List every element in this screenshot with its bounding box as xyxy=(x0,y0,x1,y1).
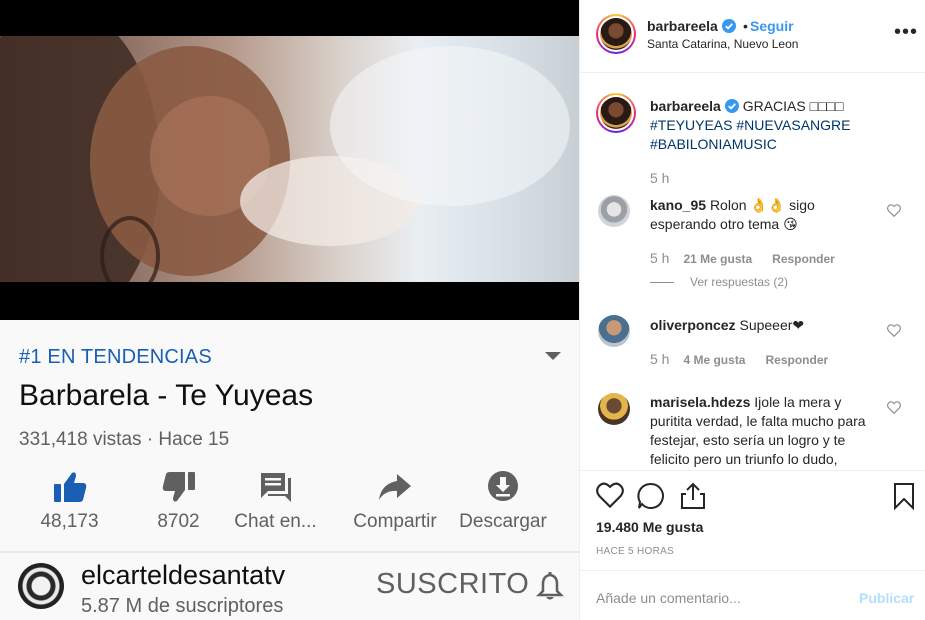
more-options-icon[interactable]: ••• xyxy=(894,22,918,42)
view-replies-button[interactable]: Ver respuestas (2) xyxy=(650,275,788,289)
download-label: Descargar xyxy=(459,511,547,532)
video-title: Barbarela - Te Yuyeas xyxy=(19,379,314,412)
caption-time: 5 h xyxy=(650,170,670,186)
comment-username[interactable]: kano_95 xyxy=(650,197,706,213)
verified-badge-icon xyxy=(721,19,736,33)
hashtag-link[interactable]: #NUEVASANGRE xyxy=(736,117,850,133)
heart-icon[interactable] xyxy=(887,401,901,414)
comment: kano_95 Rolon 👌👌 sigo esperando otro tem… xyxy=(650,196,875,234)
divider xyxy=(580,470,925,471)
video-player[interactable] xyxy=(0,0,579,320)
heart-icon[interactable] xyxy=(887,324,901,337)
chat-label: Chat en... xyxy=(234,511,317,532)
comment-icon[interactable] xyxy=(637,482,665,510)
share-icon[interactable] xyxy=(680,482,706,510)
youtube-screenshot: #1 EN TENDENCIAS Barbarela - Te Yuyeas 3… xyxy=(0,0,579,620)
thumbs-down-icon xyxy=(162,472,195,502)
likes-count[interactable]: 19.480 Me gusta xyxy=(596,519,703,535)
post-timestamp: HACE 5 HORAS xyxy=(596,546,675,557)
comment: oliverponcez Supeeer❤ xyxy=(650,316,875,335)
view-replies-label: Ver respuestas (2) xyxy=(690,275,789,289)
follow-button[interactable]: Seguir xyxy=(750,18,794,34)
hashtag-link[interactable]: #TEYUYEAS xyxy=(650,117,732,133)
divider xyxy=(580,570,925,571)
chat-icon xyxy=(260,473,291,502)
comment-text: Supeeer❤ xyxy=(739,317,805,333)
channel-name[interactable]: elcarteldesantatv xyxy=(81,560,285,591)
comment-time: 5 h xyxy=(650,351,670,367)
caption-text: GRACIAS □□□□ xyxy=(742,98,844,114)
channel-avatar[interactable] xyxy=(18,563,64,609)
post-header-user: barbareela xyxy=(647,18,736,34)
dislike-count: 8702 xyxy=(157,511,200,532)
trending-badge[interactable]: #1 EN TENDENCIAS xyxy=(19,346,212,369)
profile-avatar[interactable] xyxy=(596,14,636,54)
comment-username[interactable]: marisela.hdezs xyxy=(650,394,750,410)
comment-username[interactable]: oliverponcez xyxy=(650,317,736,333)
location-link[interactable]: Santa Catarina, Nuevo Leon xyxy=(647,37,798,51)
comment-likes[interactable]: 4 Me gusta xyxy=(683,353,745,367)
caption-username[interactable]: barbareela xyxy=(650,98,721,114)
like-count: 48,173 xyxy=(40,511,99,532)
dislike-button[interactable]: 8702 xyxy=(146,470,211,533)
commenter-avatar[interactable] xyxy=(598,195,630,227)
divider xyxy=(0,551,579,553)
download-icon xyxy=(488,471,518,501)
heart-icon[interactable] xyxy=(887,204,901,217)
chat-button[interactable]: Chat en... xyxy=(228,470,323,533)
subscribed-button[interactable]: SUSCRITO xyxy=(376,568,529,601)
chevron-down-icon[interactable] xyxy=(545,352,561,360)
channel-subscribers: 5.87 M de suscriptores xyxy=(81,595,284,617)
comment: marisela.hdezs Ijole la mera y puritita … xyxy=(650,393,875,468)
video-meta: 331,418 vistas · Hace 15 xyxy=(19,429,230,450)
share-label: Compartir xyxy=(353,511,437,532)
post-caption: barbareela GRACIAS □□□□ #TEYUYEAS #NUEVA… xyxy=(650,97,875,154)
instagram-post-panel: barbareela • Seguir Santa Catarina, Nuev… xyxy=(579,0,925,620)
like-button[interactable]: 48,173 xyxy=(32,470,107,533)
caption-avatar[interactable] xyxy=(596,93,636,133)
reply-button[interactable]: Responder xyxy=(765,353,828,367)
comment-meta: 5 h 4 Me gusta Responder xyxy=(650,351,828,367)
bell-icon[interactable] xyxy=(536,572,564,602)
reply-button[interactable]: Responder xyxy=(772,252,835,266)
thumbs-up-icon xyxy=(53,472,86,502)
verified-badge-icon xyxy=(724,99,739,113)
bookmark-icon[interactable] xyxy=(893,482,915,510)
share-icon xyxy=(379,474,411,500)
comment-input[interactable]: Añade un comentario... xyxy=(596,590,741,606)
publish-button[interactable]: Publicar xyxy=(859,590,914,606)
separator-dot: • xyxy=(743,18,748,34)
commenter-avatar[interactable] xyxy=(598,315,630,347)
comment-meta: 5 h 21 Me gusta Responder xyxy=(650,250,835,266)
hashtag-link[interactable]: #BABILONIAMUSIC xyxy=(650,136,777,152)
commenter-avatar[interactable] xyxy=(598,393,630,425)
username-link[interactable]: barbareela xyxy=(647,18,718,34)
divider xyxy=(580,72,925,73)
share-button[interactable]: Compartir xyxy=(345,470,445,533)
video-frame xyxy=(0,36,579,282)
download-button[interactable]: Descargar xyxy=(454,470,552,533)
comment-likes[interactable]: 21 Me gusta xyxy=(683,252,752,266)
like-heart-icon[interactable] xyxy=(596,482,624,508)
comment-time: 5 h xyxy=(650,250,670,266)
